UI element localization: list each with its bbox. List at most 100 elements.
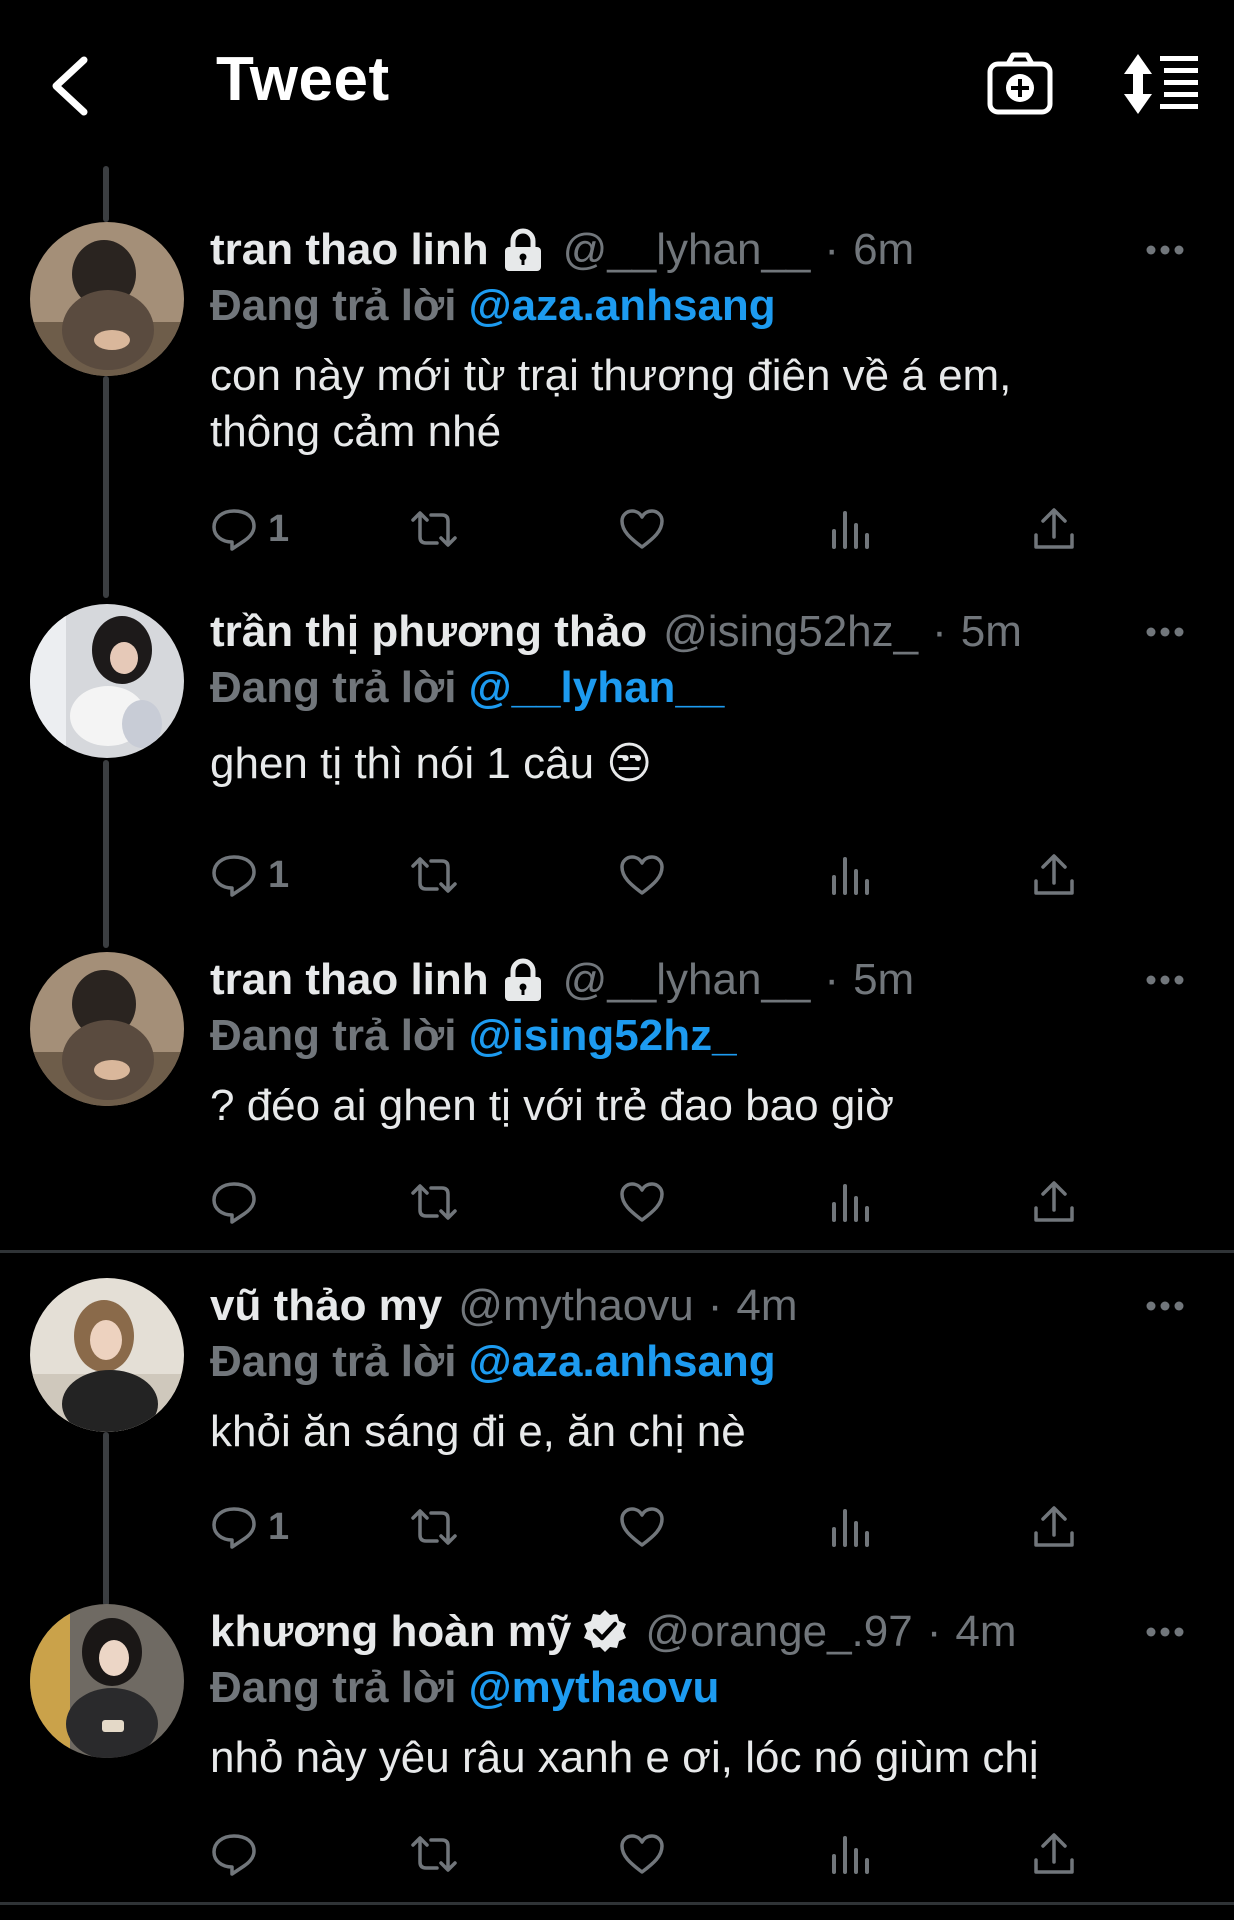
retweet-button[interactable] bbox=[410, 1497, 458, 1557]
replying-to: Đang trả lời @aza.anhsang bbox=[210, 1334, 1200, 1390]
display-name[interactable]: khương hoàn mỹ bbox=[210, 1604, 571, 1660]
replying-to-label: Đang trả lời bbox=[210, 1011, 457, 1060]
user-handle[interactable]: @orange_.97 bbox=[645, 1604, 912, 1660]
sort-button[interactable] bbox=[1122, 48, 1200, 120]
retweet-button[interactable] bbox=[410, 1824, 458, 1884]
views-button[interactable] bbox=[826, 499, 874, 559]
back-button[interactable] bbox=[40, 52, 100, 120]
lock-icon bbox=[504, 228, 541, 271]
like-button[interactable] bbox=[618, 1824, 666, 1884]
heart-icon bbox=[620, 509, 664, 549]
replying-to: Đang trả lời @mythaovu bbox=[210, 1660, 1200, 1716]
reply-button[interactable] bbox=[210, 1172, 268, 1232]
top-bar: Tweet bbox=[0, 0, 1234, 170]
share-button[interactable] bbox=[1030, 499, 1078, 559]
share-icon bbox=[1034, 1833, 1074, 1874]
tweet-text: ? đéo ai ghen tị với trẻ đao bao giờ bbox=[210, 1081, 894, 1130]
user-handle[interactable]: @mythaovu bbox=[458, 1278, 693, 1334]
avatar-image bbox=[30, 604, 184, 758]
like-button[interactable] bbox=[618, 845, 666, 905]
heart-icon bbox=[620, 1834, 664, 1874]
timestamp[interactable]: 5m bbox=[961, 604, 1022, 660]
replying-to: Đang trả lời @aza.anhsang bbox=[210, 278, 1200, 334]
reply-button[interactable]: 1 bbox=[210, 499, 289, 559]
views-button[interactable] bbox=[826, 1497, 874, 1557]
timestamp[interactable]: 4m bbox=[736, 1278, 797, 1334]
reply-count: 1 bbox=[268, 507, 290, 550]
sort-icon bbox=[1124, 54, 1198, 114]
tweet-header: khương hoàn mỹ @orange_.97 · 4m bbox=[210, 1604, 1200, 1660]
more-options-button[interactable] bbox=[1130, 222, 1200, 278]
user-handle[interactable]: @__lyhan__ bbox=[563, 222, 811, 278]
avatar[interactable] bbox=[30, 222, 184, 376]
display-name[interactable]: tran thao linh bbox=[210, 952, 489, 1008]
separator-dot: · bbox=[824, 955, 840, 1004]
avatar[interactable] bbox=[30, 1604, 184, 1758]
views-button[interactable] bbox=[826, 1172, 874, 1232]
views-button[interactable] bbox=[826, 1824, 874, 1884]
share-button[interactable] bbox=[1030, 1824, 1078, 1884]
reply-button[interactable] bbox=[210, 1824, 268, 1884]
like-button[interactable] bbox=[618, 1497, 666, 1557]
retweet-icon bbox=[411, 857, 457, 893]
tweet-text: khỏi ăn sáng đi e, ăn chị nè bbox=[210, 1407, 746, 1456]
separator-dot: · bbox=[926, 1607, 942, 1656]
reply-button[interactable]: 1 bbox=[210, 1497, 289, 1557]
tweet-text: nhỏ này yêu râu xanh e ơi, lóc nó giùm c… bbox=[210, 1733, 1039, 1782]
chevron-left-icon bbox=[52, 56, 88, 116]
page-title: Tweet bbox=[216, 45, 390, 114]
display-name[interactable]: trần thị phương thảo bbox=[210, 604, 647, 660]
analytics-icon bbox=[832, 1836, 869, 1874]
share-button[interactable] bbox=[1030, 845, 1078, 905]
replying-to: Đang trả lời @__lyhan__ bbox=[210, 660, 1200, 716]
more-options-button[interactable] bbox=[1130, 952, 1200, 1008]
avatar[interactable] bbox=[30, 604, 184, 758]
analytics-icon bbox=[832, 511, 869, 549]
retweet-icon bbox=[411, 1836, 457, 1872]
display-name[interactable]: vũ thảo my bbox=[210, 1278, 442, 1334]
share-button[interactable] bbox=[1030, 1172, 1078, 1232]
tweet-header: tran thao linh @__lyhan__ · 5m bbox=[210, 952, 1200, 1008]
analytics-icon bbox=[832, 1509, 869, 1547]
tweet-actions: 1 bbox=[210, 499, 1110, 559]
like-button[interactable] bbox=[618, 1172, 666, 1232]
more-horizontal-icon bbox=[1146, 245, 1184, 255]
retweet-button[interactable] bbox=[410, 845, 458, 905]
more-options-button[interactable] bbox=[1130, 1278, 1200, 1334]
avatar[interactable] bbox=[30, 1278, 184, 1432]
display-name[interactable]: tran thao linh bbox=[210, 222, 489, 278]
like-button[interactable] bbox=[618, 499, 666, 559]
reply-mention-link[interactable]: @aza.anhsang bbox=[469, 1337, 776, 1386]
share-button[interactable] bbox=[1030, 1497, 1078, 1557]
reply-icon bbox=[212, 1182, 256, 1224]
user-handle[interactable]: @ising52hz_ bbox=[663, 604, 918, 660]
reply-mention-link[interactable]: @ising52hz_ bbox=[469, 1011, 737, 1060]
reply-icon bbox=[212, 509, 256, 551]
reply-mention-link[interactable]: @__lyhan__ bbox=[469, 663, 725, 712]
timestamp[interactable]: 4m bbox=[955, 1604, 1016, 1660]
more-horizontal-icon bbox=[1146, 1301, 1184, 1311]
lock-icon bbox=[504, 958, 541, 1001]
more-horizontal-icon bbox=[1146, 1627, 1184, 1637]
share-icon bbox=[1034, 508, 1074, 549]
timestamp[interactable]: 6m bbox=[853, 222, 914, 278]
timestamp[interactable]: 5m bbox=[853, 952, 914, 1008]
reply-mention-link[interactable]: @mythaovu bbox=[469, 1663, 720, 1712]
views-button[interactable] bbox=[826, 845, 874, 905]
tweet-actions: 1 bbox=[210, 1497, 1110, 1557]
reply-button[interactable]: 1 bbox=[210, 845, 289, 905]
more-options-button[interactable] bbox=[1130, 604, 1200, 660]
replying-to-label: Đang trả lời bbox=[210, 663, 457, 712]
reply-mention-link[interactable]: @aza.anhsang bbox=[469, 281, 776, 330]
camera-button[interactable] bbox=[984, 48, 1056, 120]
retweet-button[interactable] bbox=[410, 1172, 458, 1232]
avatar[interactable] bbox=[30, 952, 184, 1106]
tweet-actions bbox=[210, 1824, 1110, 1884]
separator-dot: · bbox=[707, 1281, 723, 1330]
more-horizontal-icon bbox=[1146, 627, 1184, 637]
reply-icon bbox=[212, 855, 256, 897]
retweet-button[interactable] bbox=[410, 499, 458, 559]
more-options-button[interactable] bbox=[1130, 1604, 1200, 1660]
user-handle[interactable]: @__lyhan__ bbox=[563, 952, 811, 1008]
avatar-image bbox=[30, 222, 184, 376]
